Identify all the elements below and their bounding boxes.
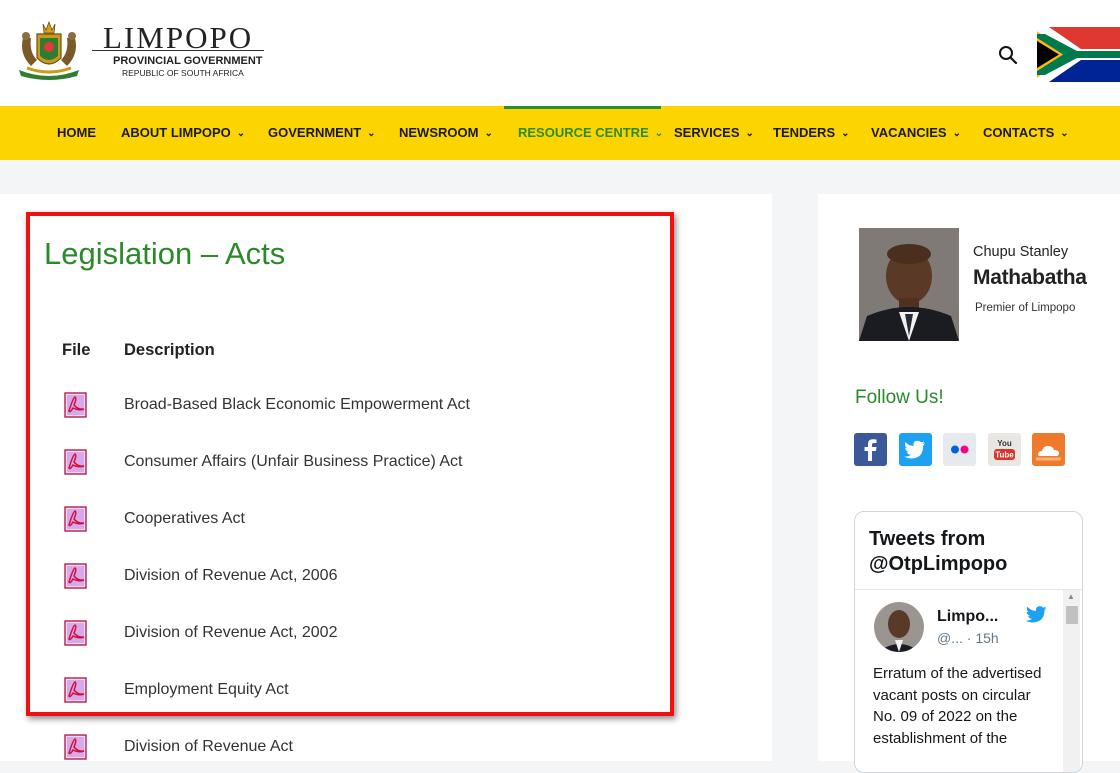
premier-role: Premier of Limpopo: [975, 302, 1076, 314]
chevron-down-icon: ⌄: [952, 128, 961, 139]
nav-contacts[interactable]: CONTACTS ⌄: [983, 106, 1069, 160]
chevron-down-icon: ⌄: [745, 128, 754, 139]
svg-text:You: You: [997, 439, 1012, 448]
act-link[interactable]: Consumer Affairs (Unfair Business Practi…: [124, 453, 463, 471]
scrollbar[interactable]: ▲: [1063, 590, 1080, 772]
act-link[interactable]: Cooperatives Act: [124, 510, 245, 528]
divider: [855, 589, 1082, 590]
pdf-file-icon[interactable]: [64, 734, 88, 760]
nav-label: GOVERNMENT: [268, 125, 362, 140]
table-row: Broad-Based Black Economic Empowerment A…: [62, 392, 622, 422]
chevron-down-icon: ⌄: [484, 128, 493, 139]
pdf-file-icon[interactable]: [64, 563, 88, 589]
search-icon[interactable]: [997, 44, 1019, 66]
pdf-file-icon[interactable]: [64, 620, 88, 646]
svg-text:Tube: Tube: [995, 451, 1014, 460]
nav-resource-centre[interactable]: RESOURCE CENTRE ⌄: [504, 106, 664, 160]
act-link[interactable]: Division of Revenue Act, 2006: [124, 567, 337, 585]
logo-divider: [92, 50, 264, 51]
coat-of-arms-logo[interactable]: [13, 18, 85, 82]
flickr-icon[interactable]: [943, 433, 976, 466]
pdf-file-icon[interactable]: [64, 449, 88, 475]
act-link[interactable]: Division of Revenue Act: [124, 738, 293, 756]
column-header-file: File: [62, 341, 91, 359]
table-row: Division of Revenue Act, 2006: [62, 563, 622, 593]
table-row: Consumer Affairs (Unfair Business Practi…: [62, 449, 622, 479]
facebook-icon[interactable]: [854, 433, 887, 466]
act-link[interactable]: Employment Equity Act: [124, 681, 289, 699]
tweet-author-name[interactable]: Limpo...: [937, 608, 998, 626]
chevron-down-icon: ⌄: [1060, 128, 1069, 139]
premier-photo: [859, 228, 959, 341]
pdf-file-icon[interactable]: [64, 506, 88, 532]
table-row: Employment Equity Act: [62, 677, 622, 707]
nav-label: NEWSROOM: [399, 125, 479, 140]
chevron-down-icon: ⌄: [654, 128, 664, 139]
act-link[interactable]: Broad-Based Black Economic Empowerment A…: [124, 396, 470, 414]
nav-vacancies[interactable]: VACANCIES ⌄: [871, 106, 961, 160]
twitter-icon[interactable]: [899, 433, 932, 466]
nav-label: CONTACTS: [983, 125, 1055, 140]
chevron-down-icon: ⌄: [236, 128, 246, 139]
logo-subtitle: PROVINCIAL GOVERNMENT: [113, 55, 263, 67]
nav-home[interactable]: HOME: [57, 106, 96, 160]
nav-tenders[interactable]: TENDERS ⌄: [773, 106, 850, 160]
twitter-timeline[interactable]: Tweets from @OtpLimpopo Limpo... @... · …: [854, 511, 1083, 773]
avatar[interactable]: [874, 602, 924, 652]
twitter-bird-icon[interactable]: [1025, 606, 1047, 624]
nav-label: SERVICES: [674, 125, 740, 140]
nav-newsroom[interactable]: NEWSROOM ⌄: [399, 106, 493, 160]
premier-first-name: Chupu Stanley: [973, 244, 1069, 260]
main-nav: HOME ABOUT LIMPOPO ⌄ GOVERNMENT ⌄ NEWSROOM…: [0, 106, 1120, 160]
scrollbar-thumb[interactable]: [1066, 606, 1078, 624]
nav-label: ABOUT LIMPOPO: [121, 125, 231, 140]
south-africa-flag-icon: [1037, 27, 1120, 82]
site-header: LIMPOPO PROVINCIAL GOVERNMENT REPUBLIC O…: [0, 0, 1120, 106]
nav-services[interactable]: SERVICES ⌄: [674, 106, 754, 160]
tweet-text: Erratum of the advertised vacant posts o…: [873, 665, 1042, 747]
table-row: Division of Revenue Act: [62, 734, 622, 764]
soundcloud-icon[interactable]: [1032, 433, 1065, 466]
table-row: Cooperatives Act: [62, 506, 622, 536]
act-link[interactable]: Division of Revenue Act, 2002: [124, 624, 337, 642]
nav-about-limpopo[interactable]: ABOUT LIMPOPO ⌄: [121, 106, 245, 160]
premier-banner[interactable]: Chupu Stanley Mathabatha Premier of Limp…: [855, 228, 1087, 341]
premier-last-name: Mathabatha: [973, 266, 1087, 289]
chevron-down-icon: ⌄: [367, 128, 376, 139]
tweet-author-handle[interactable]: @... · 15h: [937, 630, 999, 646]
nav-label: RESOURCE CENTRE: [518, 125, 649, 140]
nav-label: TENDERS: [773, 125, 836, 140]
column-header-description: Description: [124, 341, 215, 359]
twitter-timeline-title: Tweets from @OtpLimpopo: [869, 528, 1008, 575]
pdf-file-icon[interactable]: [64, 677, 88, 703]
youtube-icon[interactable]: You Tube: [988, 433, 1021, 466]
page-title: Legislation – Acts: [44, 236, 286, 271]
logo-country: REPUBLIC OF SOUTH AFRICA: [122, 68, 244, 78]
follow-us-heading: Follow Us!: [855, 387, 944, 408]
table-row: Division of Revenue Act, 2002: [62, 620, 622, 650]
nav-label: HOME: [57, 125, 96, 140]
nav-government[interactable]: GOVERNMENT ⌄: [268, 106, 376, 160]
chevron-down-icon: ⌄: [841, 128, 850, 139]
scroll-up-arrow-icon[interactable]: ▲: [1067, 592, 1075, 601]
pdf-file-icon[interactable]: [64, 392, 88, 418]
nav-label: VACANCIES: [871, 125, 947, 140]
